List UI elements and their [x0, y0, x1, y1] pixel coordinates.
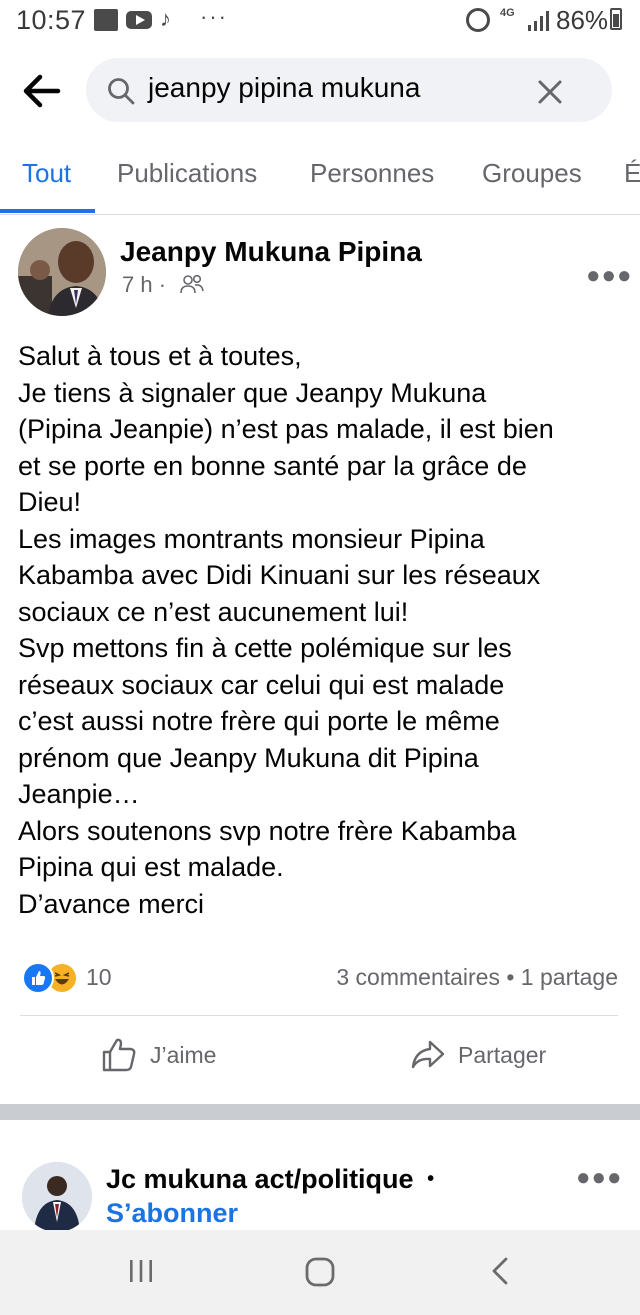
tab-events[interactable]: É — [624, 158, 640, 189]
share-button[interactable]: Partager — [410, 1034, 570, 1080]
search-icon — [108, 78, 135, 105]
like-label: J’aime — [150, 1042, 217, 1068]
thumbs-up-icon — [102, 1038, 136, 1072]
share-icon — [411, 1040, 445, 1069]
youtube-icon — [126, 11, 152, 29]
notification-image-icon — [94, 9, 118, 31]
more-notifications-icon: ··· — [200, 4, 228, 29]
post-line: sociaux ce n’est aucunement lui! — [18, 596, 409, 627]
post-separator — [0, 1104, 640, 1120]
post-line: Svp mettons fin à cette polémique sur le… — [18, 633, 512, 663]
post-line: (Pipina Jeanpie) n’est pas malade, il es… — [18, 414, 554, 444]
home-icon[interactable] — [304, 1256, 336, 1288]
post-author[interactable]: Jeanpy Mukuna Pipina — [120, 236, 422, 268]
signal-icon — [528, 11, 549, 31]
post-line: Les images montrants monsieur Pipina — [18, 523, 485, 554]
post-line: Je tiens à signaler que Jeanpy Mukuna — [18, 377, 487, 408]
active-tab-indicator — [0, 209, 95, 213]
post-line: Salut à tous et à toutes, — [18, 341, 302, 371]
avatar[interactable] — [22, 1162, 92, 1232]
more-options-icon[interactable]: ●●● — [586, 262, 633, 290]
tab-groups[interactable]: Groupes — [482, 158, 582, 189]
status-bar: 10:57 ♪ ··· 4G 86% — [0, 0, 640, 44]
post-line: Dieu! — [18, 487, 82, 517]
post-body: Salut à tous et à toutes, Je tiens à sig… — [18, 338, 628, 922]
post-line: réseaux sociaux car celui qui est malade — [18, 669, 505, 700]
post-line: D’avance merci — [18, 888, 205, 919]
post-author[interactable]: Jc mukuna act/politique • — [106, 1164, 434, 1195]
close-icon[interactable] — [532, 74, 568, 110]
post-line: Pipina qui est malade. — [18, 852, 284, 882]
recent-apps-icon[interactable] — [126, 1256, 156, 1286]
more-options-icon[interactable]: ●●● — [576, 1164, 623, 1192]
tab-all[interactable]: Tout — [22, 158, 71, 189]
avatar[interactable] — [18, 228, 106, 316]
post-line: Alors soutenons svp notre frère Kabamba — [18, 815, 517, 846]
back-icon[interactable] — [486, 1256, 514, 1286]
post-line: Kabamba avec Didi Kinuani sur les réseau… — [18, 560, 541, 590]
search-input[interactable]: jeanpy pipina mukuna — [148, 72, 420, 104]
post-line: Jeanpie… — [18, 779, 140, 809]
tab-posts[interactable]: Publications — [117, 158, 257, 189]
divider — [20, 1015, 618, 1016]
post-line: c’est aussi notre frère qui porte le mêm… — [18, 706, 500, 736]
post-timestamp[interactable]: 7 h · — [122, 272, 166, 298]
post-author-name: Jc mukuna act/politique — [106, 1164, 414, 1194]
post-line: et se porte en bonne santé par la grâce … — [18, 450, 527, 481]
tiktok-icon: ♪ — [160, 6, 171, 31]
battery-level: 86% — [556, 5, 609, 35]
post-line: prénom que Jeanpy Mukuna dit Pipina — [18, 742, 479, 773]
like-button[interactable]: J’aime — [100, 1034, 250, 1080]
battery-icon — [610, 8, 622, 30]
tab-people[interactable]: Personnes — [310, 158, 434, 189]
like-reaction-icon[interactable] — [22, 962, 54, 994]
avatar-photo — [22, 1162, 92, 1232]
share-label: Partager — [458, 1042, 547, 1068]
dot-separator: • — [427, 1168, 435, 1190]
avatar-photo — [18, 228, 106, 316]
status-time: 10:57 — [16, 5, 87, 35]
reaction-count[interactable]: 10 — [86, 964, 112, 991]
alarm-icon — [466, 8, 490, 32]
network-type: 4G — [500, 7, 515, 19]
subscribe-button[interactable]: S’abonner — [106, 1198, 238, 1229]
back-arrow-icon[interactable] — [14, 64, 68, 118]
post-stats[interactable]: 3 commentaires • 1 partage — [300, 964, 618, 991]
friends-audience-icon — [180, 274, 204, 294]
